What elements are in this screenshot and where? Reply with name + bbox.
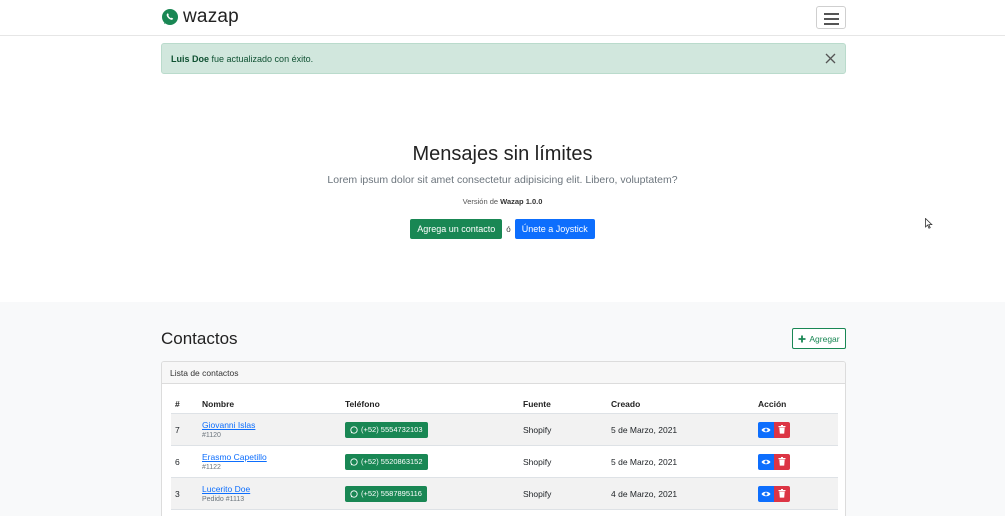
row-source: Shopify bbox=[523, 424, 552, 435]
brand-link[interactable]: wazap bbox=[161, 6, 239, 28]
eye-icon bbox=[761, 426, 771, 434]
add-button-label: Agregar bbox=[809, 333, 840, 344]
contact-order: Pedido #1113 bbox=[202, 496, 245, 503]
trash-icon bbox=[778, 457, 786, 466]
column-header-id: # bbox=[175, 398, 180, 409]
row-name-cell: Lucerito Doe Pedido #1113 bbox=[202, 478, 250, 509]
column-header-created: Creado bbox=[611, 398, 641, 409]
row-source: Shopify bbox=[523, 488, 552, 499]
version-label: Versión de bbox=[462, 197, 501, 206]
phone-badge[interactable]: (+52) 5520863152 bbox=[345, 453, 428, 470]
hamburger-icon-line bbox=[824, 18, 839, 20]
alert-message: fue actualizado con éxito. bbox=[209, 53, 314, 64]
contacts-title: Contactos bbox=[161, 329, 238, 348]
row-actions bbox=[758, 446, 790, 477]
version-value: Wazap 1.0.0 bbox=[500, 197, 543, 206]
hero-actions: Agrega un contacto ó Únete a Joystick bbox=[0, 219, 1005, 239]
table-row: 6 Erasmo Capetillo #1122 (+52) 552086315… bbox=[171, 446, 838, 478]
phone-number: (+52) 5520863152 bbox=[361, 457, 423, 466]
phone-badge[interactable]: (+52) 5554732103 bbox=[345, 421, 428, 438]
column-header-source: Fuente bbox=[523, 398, 551, 409]
table-header: # Nombre Teléfono Fuente Creado Acción bbox=[171, 394, 838, 414]
table-row: 7 Giovanni Islas #1120 (+52) 5554732103 … bbox=[171, 414, 838, 446]
add-button[interactable]: Agregar bbox=[792, 328, 846, 349]
column-header-name: Nombre bbox=[202, 398, 235, 409]
row-name-cell: Giovanni Islas #1120 bbox=[202, 414, 255, 445]
close-icon[interactable] bbox=[824, 52, 837, 65]
view-button[interactable] bbox=[758, 485, 774, 502]
hero-lead: Lorem ipsum dolor sit amet consectetur a… bbox=[327, 174, 678, 186]
row-id: 7 bbox=[175, 424, 180, 435]
row-created: 4 de Marzo, 2021 bbox=[611, 488, 678, 499]
contact-name-link[interactable]: Erasmo Capetillo bbox=[202, 452, 267, 462]
whatsapp-icon bbox=[350, 489, 358, 498]
phone-number: (+52) 5587895116 bbox=[361, 489, 422, 498]
contacts-card: Lista de contactos # Nombre Teléfono Fue… bbox=[161, 361, 846, 516]
add-contact-button[interactable]: Agrega un contacto bbox=[410, 219, 503, 239]
contact-name-link[interactable]: Lucerito Doe bbox=[202, 484, 250, 494]
row-created: 5 de Marzo, 2021 bbox=[611, 424, 678, 435]
brand-name: wazap bbox=[183, 6, 239, 27]
trash-icon bbox=[778, 489, 786, 498]
row-created: 5 de Marzo, 2021 bbox=[611, 456, 678, 467]
success-alert: Luis Doe fue actualizado con éxito. bbox=[161, 43, 846, 74]
or-separator: ó bbox=[506, 224, 511, 234]
delete-button[interactable] bbox=[774, 485, 790, 502]
card-header: Lista de contactos bbox=[162, 362, 845, 384]
whatsapp-logo-icon bbox=[161, 8, 179, 26]
version-text: Versión de Wazap 1.0.0 bbox=[0, 197, 1005, 206]
row-phone-cell: (+52) 5554732103 bbox=[345, 414, 428, 445]
phone-number: (+52) 5554732103 bbox=[361, 425, 423, 434]
whatsapp-icon bbox=[350, 457, 358, 466]
row-actions bbox=[758, 478, 790, 509]
row-id: 3 bbox=[175, 488, 180, 499]
hero-title: Mensajes sin límites bbox=[412, 143, 593, 165]
column-header-phone: Teléfono bbox=[345, 398, 380, 409]
delete-button[interactable] bbox=[774, 453, 790, 470]
phone-badge[interactable]: (+52) 5587895116 bbox=[345, 485, 427, 502]
whatsapp-icon bbox=[350, 425, 358, 434]
delete-button[interactable] bbox=[774, 421, 790, 438]
row-source: Shopify bbox=[523, 456, 552, 467]
join-joystick-button[interactable]: Únete a Joystick bbox=[514, 219, 595, 239]
view-button[interactable] bbox=[758, 421, 774, 438]
row-name-cell: Erasmo Capetillo #1122 bbox=[202, 446, 267, 477]
row-phone-cell: (+52) 5587895116 bbox=[345, 478, 427, 509]
eye-icon bbox=[761, 490, 771, 498]
alert-contact-name: Luis Doe bbox=[171, 53, 210, 64]
hamburger-icon-line bbox=[824, 23, 839, 25]
navbar: wazap bbox=[0, 0, 1005, 36]
mouse-cursor-icon bbox=[925, 218, 933, 229]
eye-icon bbox=[761, 458, 771, 466]
contacts-section: Contactos Agregar Lista de contactos # N… bbox=[0, 302, 1005, 516]
alert-text: Luis Doe fue actualizado con éxito. bbox=[171, 54, 313, 64]
table-row: 3 Lucerito Doe Pedido #1113 (+52) 558789… bbox=[171, 478, 838, 510]
column-header-action: Acción bbox=[758, 398, 787, 409]
plus-icon bbox=[798, 335, 806, 343]
trash-icon bbox=[778, 425, 786, 434]
hero-section: Mensajes sin límites Lorem ipsum dolor s… bbox=[0, 74, 1005, 302]
row-actions bbox=[758, 414, 790, 445]
contacts-table: # Nombre Teléfono Fuente Creado Acción 7… bbox=[171, 394, 838, 510]
hamburger-icon bbox=[824, 13, 839, 15]
row-phone-cell: (+52) 5520863152 bbox=[345, 446, 428, 477]
view-button[interactable] bbox=[758, 453, 774, 470]
contact-order: #1120 bbox=[202, 432, 221, 439]
row-id: 6 bbox=[175, 456, 180, 467]
menu-toggle-button[interactable] bbox=[816, 6, 846, 29]
contact-name-link[interactable]: Giovanni Islas bbox=[202, 420, 255, 430]
contact-order: #1122 bbox=[202, 464, 221, 471]
